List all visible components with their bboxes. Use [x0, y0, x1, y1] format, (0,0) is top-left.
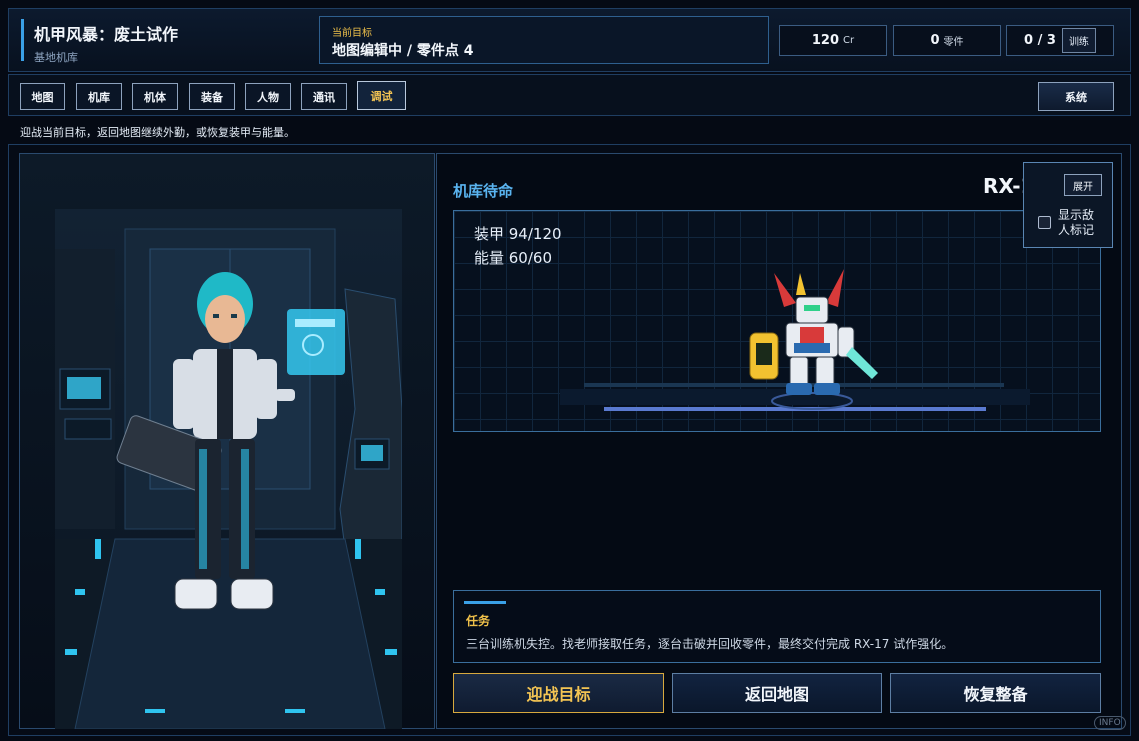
main-panel: 机库待命 RX-17 装甲 94/120 能量 60/60 展开 显示敌人标记 …	[8, 144, 1131, 736]
parts-value: 0	[930, 33, 940, 48]
top-bar: 机甲风暴：废土试作 基地机库 当前目标 地图编辑中 / 零件点 4 120 Cr…	[8, 8, 1131, 72]
hangar-status-label: 机库待命	[453, 182, 514, 200]
training-progress: 0 / 3	[1024, 33, 1056, 48]
show-enemy-markers-label[interactable]: 显示敌人标记	[1058, 208, 1102, 238]
game-title: 机甲风暴：废土试作	[34, 25, 179, 44]
credits-value: 120	[811, 33, 840, 48]
parts-unit: 零件	[943, 37, 964, 48]
energy-stat: 能量 60/60	[474, 249, 552, 267]
task-title: 任务	[466, 614, 491, 628]
credits-unit: Cr	[843, 35, 855, 46]
system-button[interactable]: 系统	[1038, 82, 1114, 111]
task-description: 三台训练机失控。找老师接取任务，逐台击破并回收零件，最终交付完成 RX-17 试…	[466, 637, 954, 651]
expand-button[interactable]: 展开	[1064, 174, 1102, 196]
pilot-portrait	[55, 209, 402, 729]
training-counter: 0 / 3 训练	[1006, 25, 1114, 56]
mech-display: 装甲 94/120 能量 60/60	[453, 210, 1101, 432]
tab-hangar[interactable]: 机库	[76, 83, 122, 110]
watermark-badge: INFO	[1094, 716, 1126, 730]
goal-label: 当前目标	[332, 28, 372, 39]
pilot-illustration	[55, 209, 402, 729]
tab-mech[interactable]: 机体	[132, 83, 178, 110]
mech-sprite	[749, 269, 878, 410]
task-panel: 任务 三台训练机失控。找老师接取任务，逐台击破并回收零件，最终交付完成 RX-1…	[453, 590, 1101, 663]
title-block: 机甲风暴：废土试作 基地机库	[21, 19, 179, 64]
show-enemy-markers-checkbox[interactable]	[1038, 216, 1051, 229]
current-goal-panel: 当前目标 地图编辑中 / 零件点 4	[319, 16, 769, 64]
restore-maintenance-button[interactable]: 恢复整备	[890, 673, 1101, 713]
nav-bar: 地图 机库 机体 装备 人物 通讯 调试 系统	[8, 74, 1131, 116]
display-options-panel: 展开 显示敌人标记	[1023, 162, 1113, 248]
pilot-panel	[19, 153, 435, 729]
task-accent-bar	[464, 601, 506, 604]
return-map-button[interactable]: 返回地图	[672, 673, 882, 713]
goal-value: 地图编辑中 / 零件点 4	[332, 43, 474, 59]
tab-characters[interactable]: 人物	[245, 83, 291, 110]
engage-target-button[interactable]: 迎战目标	[453, 673, 664, 713]
tab-comms[interactable]: 通讯	[301, 83, 347, 110]
training-button[interactable]: 训练	[1061, 28, 1096, 53]
parts-counter: 0 零件	[893, 25, 1001, 56]
hint-text: 迎战当前目标，返回地图继续外勤，或恢复装甲与能量。	[20, 126, 295, 139]
tab-equipment[interactable]: 装备	[189, 83, 235, 110]
tab-debug[interactable]: 调试	[357, 81, 406, 110]
location-subtitle: 基地机库	[34, 51, 78, 64]
tab-map[interactable]: 地图	[20, 83, 65, 110]
hangar-panel: 机库待命 RX-17 装甲 94/120 能量 60/60 展开 显示敌人标记 …	[436, 153, 1122, 729]
credits-counter: 120 Cr	[779, 25, 887, 56]
armor-stat: 装甲 94/120	[474, 225, 562, 243]
